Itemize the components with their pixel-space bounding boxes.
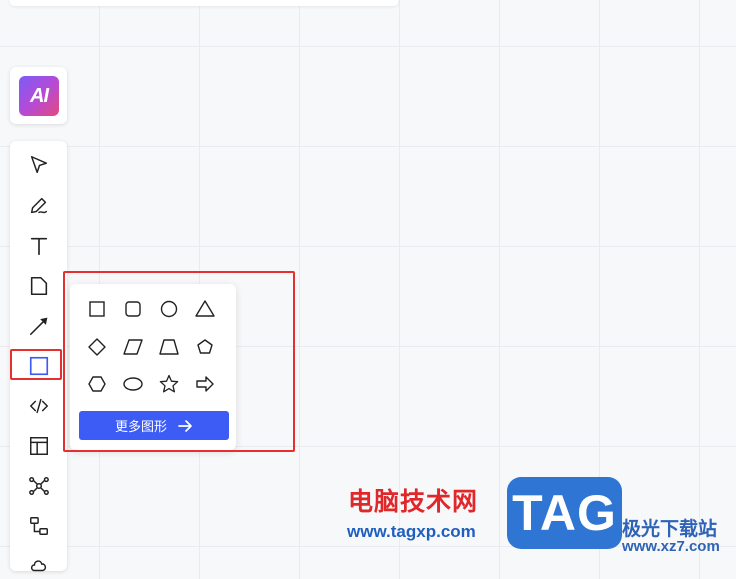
cursor-icon <box>30 156 48 174</box>
flowchart-icon <box>30 517 48 535</box>
sticky-note-icon <box>30 276 48 296</box>
highlight-shape-panel <box>63 271 295 452</box>
top-panel <box>10 0 398 6</box>
more-shapes-tool[interactable] <box>25 551 53 579</box>
layout-tool[interactable] <box>25 432 53 460</box>
ai-assistant-button[interactable]: AI <box>10 67 67 124</box>
code-icon <box>30 398 48 414</box>
mindmap-icon <box>29 477 49 495</box>
text-tool[interactable] <box>25 232 53 260</box>
pen-tool[interactable] <box>25 192 53 220</box>
watermark-site-name: 极光下载站 <box>622 519 718 540</box>
mindmap-tool[interactable] <box>25 472 53 500</box>
arrow-line-icon <box>29 317 48 336</box>
cloud-icon <box>30 560 47 572</box>
sticky-note-tool[interactable] <box>25 272 53 300</box>
highlight-shape-tool <box>10 349 62 380</box>
text-icon <box>30 237 48 256</box>
ai-logo: AI <box>19 76 59 116</box>
arrow-tool[interactable] <box>25 312 53 340</box>
watermark-site-url: www.xz7.com <box>622 538 720 555</box>
watermark-url: www.tagxp.com <box>347 522 476 541</box>
watermark-cn-text: 电脑技术网 <box>348 488 479 516</box>
flowchart-tool[interactable] <box>25 512 53 540</box>
code-tool[interactable] <box>25 392 53 420</box>
watermark-tag-logo: TAG <box>507 477 622 549</box>
select-tool[interactable] <box>25 151 53 179</box>
layout-icon <box>30 437 48 455</box>
pen-icon <box>30 197 48 214</box>
